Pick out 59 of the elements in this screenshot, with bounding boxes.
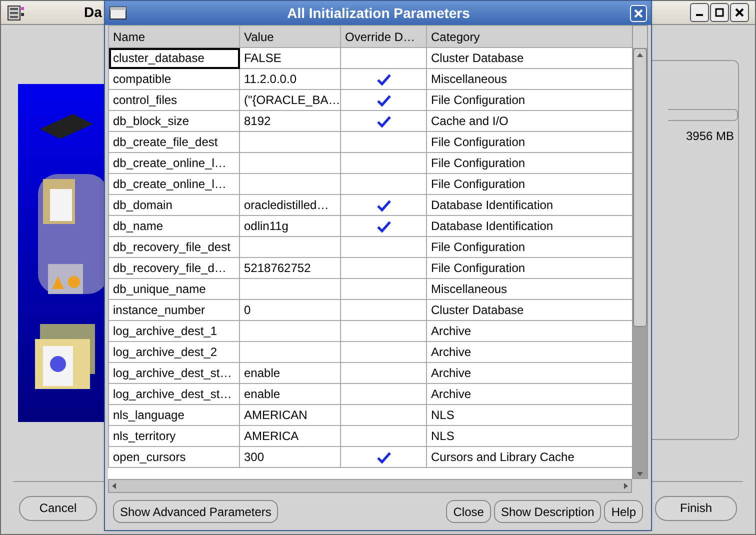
scroll-up-icon[interactable]	[635, 51, 645, 59]
table-cell: AMERICA	[240, 426, 340, 446]
column-header[interactable]: Name	[108, 26, 240, 48]
cancel-button[interactable]: Cancel	[19, 496, 97, 520]
table-cell: nls_language	[108, 404, 240, 426]
table-cell: db_create_online_l…	[108, 174, 240, 194]
table-cell: 11.2.0.0.0	[240, 68, 340, 90]
close-icon	[634, 8, 643, 18]
table-cell: enable	[240, 384, 340, 404]
table-cell: enable	[240, 362, 340, 384]
table-cell: open_cursors	[108, 446, 240, 468]
column-header[interactable]: Override D…	[340, 26, 426, 48]
vertical-scrollbar[interactable]	[632, 25, 648, 479]
table-cell: db_create_file_dest	[108, 132, 240, 152]
window-icon	[7, 4, 25, 22]
finish-button[interactable]: Finish	[655, 496, 737, 520]
table-cell: 0	[240, 300, 340, 320]
table-cell: 8192	[240, 110, 340, 132]
table-cell: nls_territory	[108, 426, 240, 446]
close-icon	[735, 8, 744, 17]
window-title: Da	[84, 3, 102, 22]
dialog-button[interactable]: Help	[604, 500, 643, 523]
column-header[interactable]: Value	[240, 26, 340, 48]
table-cell: db_recovery_file_dest	[108, 236, 240, 258]
column-header[interactable]: Category	[426, 26, 632, 48]
table-cell: log_archive_dest_st…	[108, 384, 240, 404]
table-cell: db_create_online_l…	[108, 152, 240, 174]
table-cell: db_block_size	[108, 110, 240, 132]
table-cell: 5218762752	[240, 258, 340, 278]
minimize-button[interactable]	[690, 3, 709, 22]
table-cell: log_archive_dest_st…	[108, 362, 240, 384]
dialog-title: All Initialization Parameters	[286, 4, 471, 22]
table-cell: cluster_database	[108, 48, 240, 68]
table-cell: instance_number	[108, 300, 240, 320]
table-cell: control_files	[108, 90, 240, 110]
table-cell: db_recovery_file_d…	[108, 258, 240, 278]
table-cell: log_archive_dest_1	[108, 320, 240, 342]
table-cell: 300	[240, 446, 340, 468]
maximize-button[interactable]	[710, 3, 729, 22]
table-cell: ("{ORACLE_BA…	[240, 90, 340, 110]
dialog-button[interactable]: Show Description	[494, 500, 602, 523]
memory-reading: 3956 MB	[686, 128, 734, 145]
table-cell: AMERICAN	[240, 404, 340, 426]
table-cell: db_unique_name	[108, 278, 240, 300]
table-cell: compatible	[108, 68, 240, 90]
scroll-down-icon[interactable]	[635, 470, 645, 478]
scrollbar-corner	[633, 26, 647, 48]
table-cell: log_archive_dest_2	[108, 342, 240, 362]
table-cell: oracledistilled…	[240, 194, 340, 216]
table-cell: db_domain	[108, 194, 240, 216]
table-cell: FALSE	[240, 48, 340, 68]
horizontal-scrollbar[interactable]	[108, 479, 632, 493]
dialog-button[interactable]: Close	[446, 500, 491, 523]
window-menu-icon[interactable]	[109, 6, 127, 20]
table-cell: odlin11g	[240, 216, 340, 236]
close-button[interactable]	[730, 3, 749, 22]
maximize-icon	[715, 8, 724, 17]
table-cell: db_name	[108, 216, 240, 236]
dialog-button[interactable]: Show Advanced Parameters	[113, 500, 278, 523]
